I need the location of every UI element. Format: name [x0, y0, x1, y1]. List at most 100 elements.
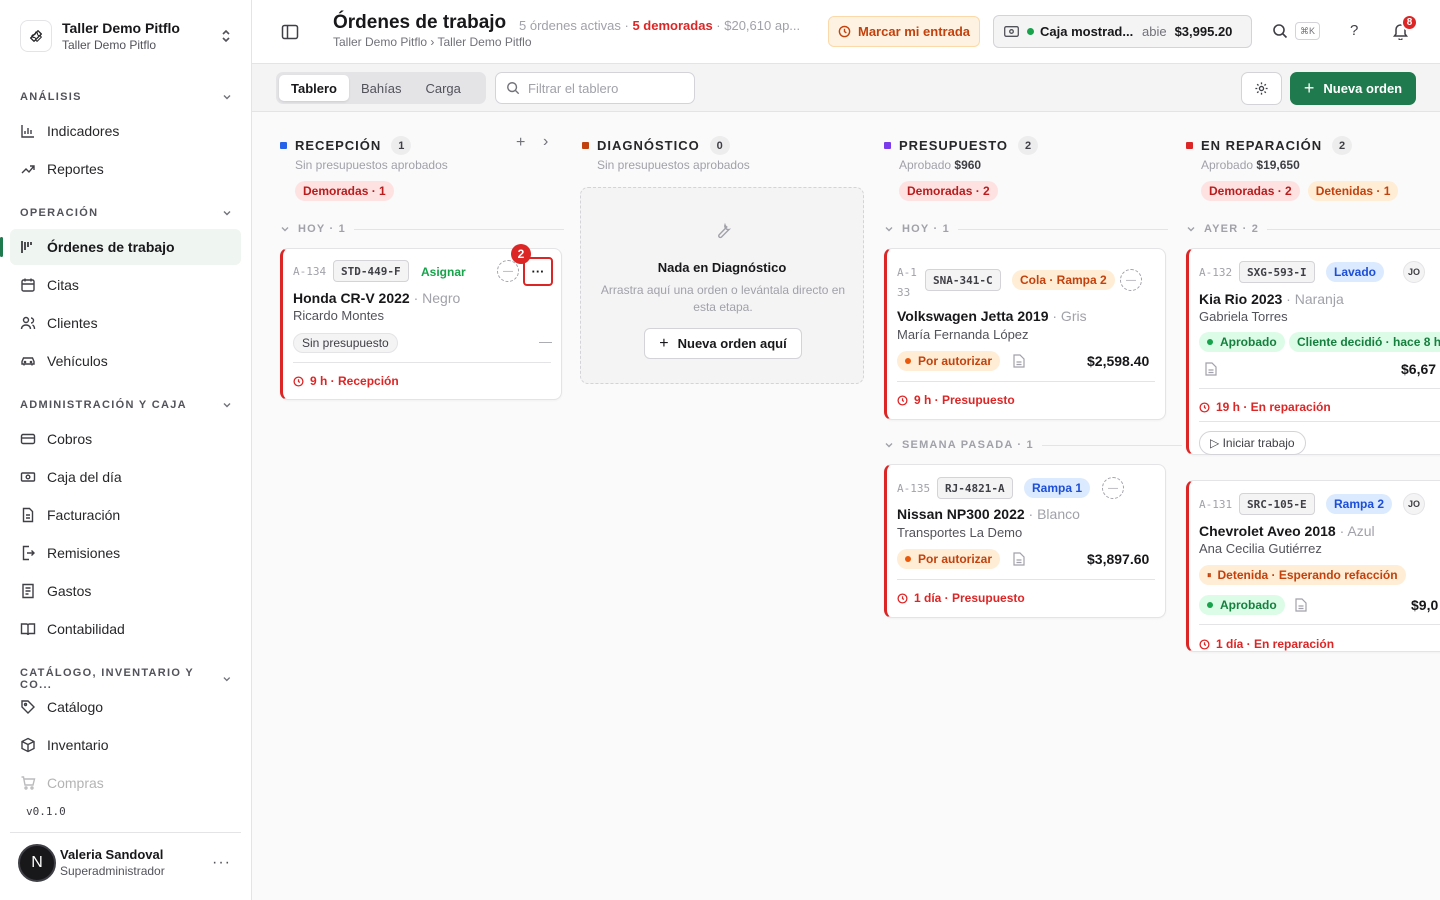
plate-badge: STD-449-F: [333, 260, 409, 282]
elapsed-label: 9 h · Presupuesto: [914, 393, 1015, 407]
sidebar-item-vehiculos[interactable]: Vehículos: [10, 343, 241, 379]
tab-tablero[interactable]: Tablero: [279, 75, 349, 101]
late-pill[interactable]: Demoradas · 1: [295, 181, 394, 201]
sidebar-item-gastos[interactable]: Gastos: [10, 573, 241, 609]
filter-placeholder: Filtrar el tablero: [528, 80, 619, 96]
elapsed-label: 1 día · Presupuesto: [914, 591, 1025, 605]
on-hold-pill[interactable]: Detenidas · 1: [1307, 181, 1399, 201]
empty-state-diagnostico: Nada en Diagnóstico Arrastra aquí una or…: [580, 187, 864, 384]
group-header[interactable]: AYER · 2: [1186, 223, 1440, 235]
column-title: DIAGNÓSTICO: [597, 138, 700, 153]
register-amount: $3,995.20: [1174, 24, 1233, 39]
assignee-placeholder-icon[interactable]: —: [497, 260, 519, 282]
sidebar-item-compras[interactable]: Compras: [10, 765, 241, 801]
late-pill[interactable]: Demoradas · 2: [1201, 181, 1300, 201]
chevron-down-icon: [281, 227, 289, 232]
sidebar-item-cobros[interactable]: Cobros: [10, 421, 241, 457]
board-filter-input[interactable]: Filtrar el tablero: [495, 72, 695, 104]
order-card-a134[interactable]: A-134 STD-449-F Asignar — Honda CR-V 202…: [280, 248, 562, 400]
tab-bahias[interactable]: Bahías: [349, 75, 413, 101]
document-icon[interactable]: [1013, 552, 1025, 566]
document-icon[interactable]: [1013, 354, 1025, 368]
user-name: Valeria Sandoval: [60, 847, 164, 862]
sidebar-item-inventario[interactable]: Inventario: [10, 727, 241, 763]
order-card-a131[interactable]: A-131 SRC-105-E Rampa 2 JO Chevrolet Ave…: [1186, 480, 1440, 652]
tab-carga[interactable]: Carga: [413, 75, 472, 101]
sidebar-item-facturacion[interactable]: Facturación: [10, 497, 241, 533]
status-dot: [1027, 28, 1034, 35]
user-menu[interactable]: N Valeria Sandoval Superadministrador ··…: [10, 832, 241, 892]
sidebar-item-catalogo[interactable]: Catálogo: [10, 689, 241, 725]
section-operacion[interactable]: OPERACIÓN: [20, 207, 232, 219]
assignee-placeholder-icon[interactable]: —: [1102, 477, 1124, 499]
help-icon[interactable]: ?: [1350, 22, 1358, 39]
sidebar-item-caja[interactable]: Caja del día: [10, 459, 241, 495]
approved-value: $960: [954, 158, 982, 172]
gear-icon: [1255, 82, 1268, 95]
clock-icon: [1199, 401, 1210, 413]
column-subtitle: Sin presupuestos aprobados: [597, 158, 750, 172]
column-title: RECEPCIÓN: [295, 138, 382, 153]
order-card-a133[interactable]: A-133 SNA-341-C Cola · Rampa 2 — Volkswa…: [884, 248, 1166, 420]
sidebar-item-contabilidad[interactable]: Contabilidad: [10, 611, 241, 647]
workspace-switcher[interactable]: Taller Demo Pitflo Taller Demo Pitflo: [12, 12, 240, 60]
calendar-icon: [21, 278, 35, 292]
start-work-button[interactable]: ▷ Iniciar trabajo: [1199, 431, 1306, 455]
sidebar-item-clientes[interactable]: Clientes: [10, 305, 241, 341]
sidebar-item-remisiones[interactable]: Remisiones: [10, 535, 241, 571]
group-label: SEMANA PASADA · 1: [902, 439, 1034, 451]
notification-badge: 8: [1401, 14, 1418, 31]
clock-in-button[interactable]: Marcar mi entrada: [828, 16, 980, 47]
sidebar-item-indicadores[interactable]: Indicadores: [10, 113, 241, 149]
section-label: ANÁLISIS: [20, 91, 82, 103]
assignee-avatar[interactable]: JO: [1403, 493, 1425, 515]
section-catalogo[interactable]: CATÁLOGO, INVENTARIO Y CO...: [20, 667, 232, 691]
breadcrumb[interactable]: Taller Demo Pitflo › Taller Demo Pitflo: [333, 35, 532, 49]
order-card-a132[interactable]: A-132 SXG-593-I Lavado JO Kia Rio 2023 ·…: [1186, 248, 1440, 455]
add-order-icon[interactable]: +: [516, 134, 525, 152]
section-administracion[interactable]: ADMINISTRACIÓN Y CAJA: [20, 399, 232, 411]
search-icon[interactable]: [1272, 23, 1288, 39]
more-icon[interactable]: ···: [212, 854, 231, 872]
status-badge: Aprobado: [1199, 332, 1285, 352]
elapsed-label: 1 día · En reparación: [1216, 637, 1335, 651]
section-analisis[interactable]: ANÁLISIS: [20, 91, 232, 103]
chevron-down-icon: [1187, 227, 1195, 232]
group-header[interactable]: HOY · 1: [884, 223, 1168, 235]
sidebar-item-ordenes[interactable]: Órdenes de trabajo: [0, 229, 241, 265]
group-header[interactable]: SEMANA PASADA · 1: [884, 439, 1182, 451]
late-pill[interactable]: Demoradas · 2: [899, 181, 998, 201]
clock-icon: [838, 25, 851, 38]
assignee-placeholder-icon[interactable]: —: [1120, 269, 1142, 291]
cash-register-button[interactable]: Caja mostrad... abie $3,995.20: [993, 15, 1252, 48]
chevron-right-icon[interactable]: ›: [543, 133, 548, 151]
assign-link[interactable]: Asignar: [421, 265, 466, 279]
plate-badge: SXG-593-I: [1239, 261, 1315, 283]
document-icon[interactable]: [1205, 362, 1217, 376]
vehicle-color: · Azul: [1339, 523, 1375, 539]
vehicle-color: · Gris: [1052, 308, 1087, 324]
sidebar-item-label: Facturación: [47, 507, 121, 523]
workspace-sub: Taller Demo Pitflo: [62, 38, 157, 52]
order-card-a135[interactable]: A-135 RJ-4821-A Rampa 1 — Nissan NP300 2…: [884, 464, 1166, 618]
status-badge: Por autorizar: [897, 351, 1001, 371]
page-title: Órdenes de trabajo: [333, 12, 507, 33]
column-header: RECEPCIÓN 1: [280, 136, 412, 155]
page-summary: 5 órdenes activas · 5 demoradas · $20,61…: [519, 18, 814, 33]
board-settings-button[interactable]: [1241, 72, 1282, 105]
document-icon[interactable]: [1295, 598, 1307, 612]
kanban-board: RECEPCIÓN 1 + › Sin presupuestos aprobado…: [252, 112, 1440, 900]
sidebar-item-citas[interactable]: Citas: [10, 267, 241, 303]
sidebar-toggle-icon[interactable]: [280, 22, 300, 42]
new-order-here-button[interactable]: + Nueva orden aquí: [644, 328, 802, 359]
new-order-button[interactable]: + Nueva orden: [1290, 72, 1416, 105]
register-name: Caja mostrad...: [1040, 24, 1134, 39]
stage-color: [582, 142, 589, 149]
clock-in-label: Marcar mi entrada: [858, 24, 970, 39]
sidebar-item-reportes[interactable]: Reportes: [10, 151, 241, 187]
section-label: CATÁLOGO, INVENTARIO Y CO...: [20, 667, 194, 691]
elapsed-time: 1 día · Presupuesto: [897, 591, 1025, 605]
assignee-avatar[interactable]: JO: [1403, 261, 1425, 283]
summary-active: 5 órdenes activas ·: [519, 18, 629, 33]
group-header[interactable]: HOY · 1: [280, 223, 564, 235]
